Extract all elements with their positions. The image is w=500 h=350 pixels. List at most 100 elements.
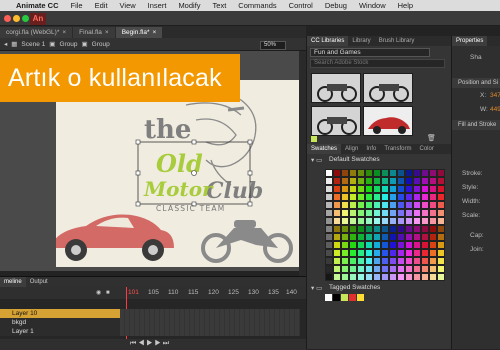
tab-library[interactable]: Library — [348, 36, 374, 46]
swatch-cell[interactable] — [341, 265, 349, 273]
swatch-cell[interactable] — [357, 257, 365, 265]
swatch-cell[interactable] — [381, 233, 389, 241]
swatch-cell[interactable] — [349, 185, 357, 193]
swatch-cell[interactable] — [381, 193, 389, 201]
swatch-cell[interactable] — [421, 265, 429, 273]
swatch-cell[interactable] — [397, 209, 405, 217]
swatch-cell[interactable] — [389, 217, 397, 225]
swatch-cell[interactable] — [333, 257, 341, 265]
menu-insert[interactable]: Insert — [142, 1, 173, 10]
swatch-cell[interactable] — [413, 249, 421, 257]
swatch-cell[interactable] — [373, 177, 381, 185]
swatch-cell[interactable] — [413, 233, 421, 241]
swatch-cell[interactable] — [413, 177, 421, 185]
swatch-cell[interactable] — [333, 217, 341, 225]
library-select[interactable]: Fun and Games — [310, 48, 430, 57]
swatch-cell[interactable] — [397, 185, 405, 193]
swatch-cell[interactable] — [397, 193, 405, 201]
swatch-cell[interactable] — [357, 177, 365, 185]
frames-bkgd[interactable] — [120, 318, 300, 327]
swatch-cell[interactable] — [381, 169, 389, 177]
swatch-cell[interactable] — [429, 265, 437, 273]
swatch-cell[interactable] — [365, 249, 373, 257]
menu-app-name[interactable]: Animate CC — [14, 1, 65, 10]
swatch-cell[interactable] — [437, 193, 445, 201]
swatch-cell[interactable] — [421, 169, 429, 177]
swatch-cell[interactable] — [389, 169, 397, 177]
swatch-cell[interactable] — [413, 217, 421, 225]
swatch-cell[interactable] — [325, 209, 333, 217]
swatch-cell[interactable] — [429, 193, 437, 201]
swatch-cell[interactable] — [437, 257, 445, 265]
swatch-cell[interactable] — [421, 177, 429, 185]
swatch-cell[interactable] — [341, 225, 349, 233]
swatch-cell[interactable] — [365, 169, 373, 177]
swatch-cell[interactable] — [381, 217, 389, 225]
swatch-cell[interactable] — [365, 273, 373, 281]
swatch-cell[interactable] — [421, 217, 429, 225]
swatch-cell[interactable] — [373, 225, 381, 233]
stage-canvas[interactable]: the Club Old Motor CLASSIC TEAM — [50, 80, 299, 267]
swatch-cell[interactable] — [381, 273, 389, 281]
swatch-cell[interactable] — [397, 225, 405, 233]
swatch-cell[interactable] — [357, 209, 365, 217]
swatch-cell[interactable] — [381, 225, 389, 233]
swatch-cell[interactable] — [325, 257, 333, 265]
tab-color[interactable]: Color — [416, 144, 438, 154]
swatch-cell[interactable] — [397, 257, 405, 265]
swatch-cell[interactable] — [405, 169, 413, 177]
breadcrumb-scene[interactable]: Scene 1 — [21, 41, 45, 48]
swatch-cell[interactable] — [365, 177, 373, 185]
swatch-cell[interactable] — [325, 241, 333, 249]
swatch-cell[interactable] — [437, 249, 445, 257]
swatch-cell[interactable] — [437, 201, 445, 209]
swatch-cell[interactable] — [421, 233, 429, 241]
swatch-cell[interactable] — [429, 177, 437, 185]
menu-commands[interactable]: Commands — [232, 1, 282, 10]
tab-swatches[interactable]: Swatches — [307, 144, 342, 154]
tab-corgi[interactable]: corgi.fla (WebGL)* × — [0, 27, 73, 38]
swatch-cell[interactable] — [349, 273, 357, 281]
w-value[interactable]: 449 — [490, 106, 500, 113]
swatch-cell[interactable] — [341, 273, 349, 281]
swatch-cell[interactable] — [421, 257, 429, 265]
swatch-cell[interactable] — [389, 209, 397, 217]
swatch-cell[interactable] — [357, 201, 365, 209]
swatch-cell[interactable] — [333, 201, 341, 209]
window-close-button[interactable] — [4, 15, 11, 22]
swatch-cell[interactable] — [349, 241, 357, 249]
swatch-cell[interactable] — [373, 169, 381, 177]
swatch-cell[interactable] — [357, 217, 365, 225]
swatch-cell[interactable] — [349, 265, 357, 273]
swatch-cell[interactable] — [405, 249, 413, 257]
swatch-cell[interactable] — [429, 233, 437, 241]
swatch-cell[interactable] — [333, 209, 341, 217]
swatch-cell[interactable] — [341, 193, 349, 201]
swatch-cell[interactable] — [429, 225, 437, 233]
stage-vertical-scrollbar[interactable] — [299, 51, 306, 276]
swatch-cell[interactable] — [397, 241, 405, 249]
swatch-cell[interactable] — [333, 265, 341, 273]
swatch-cell[interactable] — [405, 257, 413, 265]
layer-row-bkgd[interactable]: bkgd — [0, 318, 120, 327]
swatch-cell[interactable] — [389, 265, 397, 273]
swatch-cell[interactable] — [333, 225, 341, 233]
swatch-cell[interactable] — [373, 217, 381, 225]
tab-properties[interactable]: Properties — [452, 36, 488, 46]
breadcrumb-group-1[interactable]: Group — [59, 41, 77, 48]
swatch-cell[interactable] — [389, 257, 397, 265]
swatch-cell[interactable] — [389, 185, 397, 193]
swatch-cell[interactable] — [333, 185, 341, 193]
menu-help[interactable]: Help — [392, 1, 419, 10]
swatch-cell[interactable] — [429, 257, 437, 265]
swatch-cell[interactable] — [341, 233, 349, 241]
swatch-cell[interactable] — [381, 257, 389, 265]
swatch-cell[interactable] — [429, 169, 437, 177]
window-zoom-button[interactable] — [22, 15, 29, 22]
swatch-cell[interactable] — [437, 169, 445, 177]
menu-modify[interactable]: Modify — [172, 1, 206, 10]
swatch-cell[interactable] — [357, 233, 365, 241]
swatch-cell[interactable] — [397, 169, 405, 177]
swatch-grid[interactable] — [325, 169, 445, 284]
eye-icon[interactable]: ◉ — [96, 287, 101, 299]
